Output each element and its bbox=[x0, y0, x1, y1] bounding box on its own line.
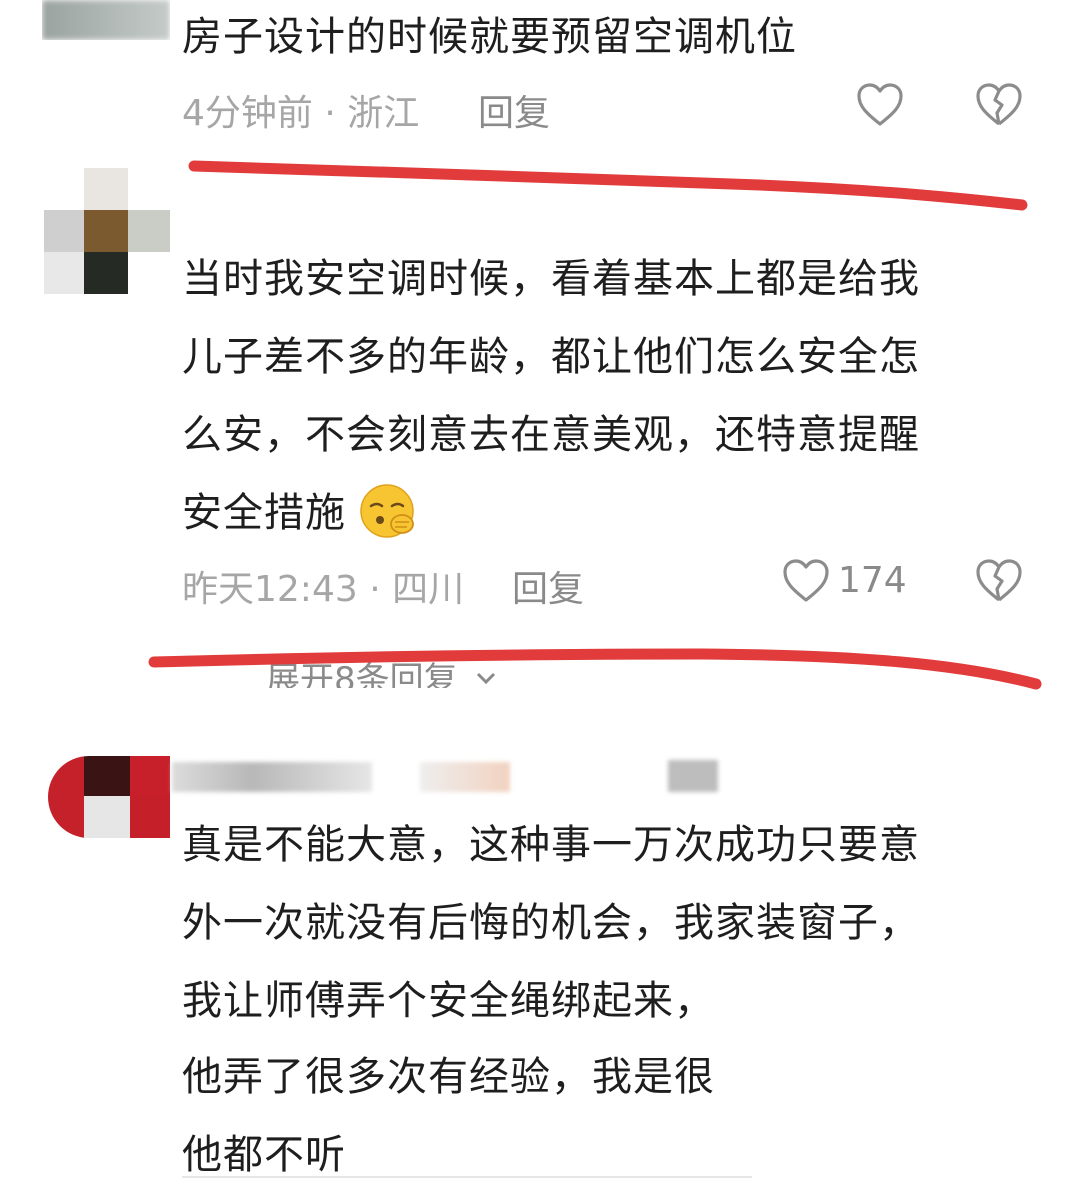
reply-button[interactable]: 回复 bbox=[478, 84, 550, 136]
reply-button[interactable]: 回复 bbox=[512, 560, 584, 612]
comment-text-line: 么安，不会刻意去在意美观，还特意提醒 bbox=[182, 412, 920, 458]
comment-meta: 昨天12:43 · 四川 bbox=[182, 560, 464, 612]
comment-text-line: 儿子差不多的年龄，都让他们怎么安全怎 bbox=[182, 334, 920, 380]
expand-replies-button[interactable]: 展开8条回复 bbox=[266, 648, 498, 688]
comment-time: 4分钟前 bbox=[182, 93, 313, 134]
comment-text-line: 真是不能大意，这种事一万次成功只要意 bbox=[182, 822, 920, 868]
avatar[interactable] bbox=[48, 756, 170, 838]
chevron-down-icon bbox=[474, 668, 498, 688]
comment-location: 浙江 bbox=[347, 93, 420, 134]
avatar[interactable] bbox=[44, 168, 170, 294]
broken-heart-icon[interactable] bbox=[975, 558, 1023, 604]
comment-meta: 4分钟前 · 浙江 bbox=[182, 84, 419, 136]
comment-text-line: 当时我安空调时候，看着基本上都是给我 bbox=[182, 256, 920, 302]
expand-replies-label: 展开8条回复 bbox=[266, 660, 458, 688]
meta-separator: · bbox=[357, 569, 393, 610]
comment-text-line: 我让师傅弄个安全绳绑起来， bbox=[182, 978, 715, 1024]
badge-blurred bbox=[420, 762, 510, 792]
comment-text: 房子设计的时候就要预留空调机位 bbox=[182, 14, 797, 60]
broken-heart-icon[interactable] bbox=[975, 82, 1023, 128]
comment-text-line: 安全措施 bbox=[182, 490, 346, 536]
comment-text-line: 他弄了很多次有经验，我是很 bbox=[182, 1054, 715, 1100]
bottom-divider bbox=[182, 1176, 752, 1178]
heart-outline-icon[interactable] bbox=[856, 82, 904, 128]
avatar[interactable] bbox=[42, 0, 170, 40]
comment-text-line: 他都不听 bbox=[182, 1132, 346, 1178]
shushing-face-emoji bbox=[358, 482, 420, 540]
comment-location: 四川 bbox=[392, 569, 465, 610]
red-underline-1 bbox=[188, 160, 1028, 211]
heart-outline-icon[interactable] bbox=[782, 558, 830, 604]
comment-time: 昨天12:43 bbox=[182, 569, 358, 610]
meta-separator: · bbox=[312, 93, 348, 134]
tag-blurred bbox=[668, 760, 718, 792]
comment-text-line: 外一次就没有后悔的机会，我家装窗子， bbox=[182, 900, 920, 946]
like-count: 174 bbox=[838, 560, 907, 601]
username-blurred bbox=[172, 762, 372, 792]
